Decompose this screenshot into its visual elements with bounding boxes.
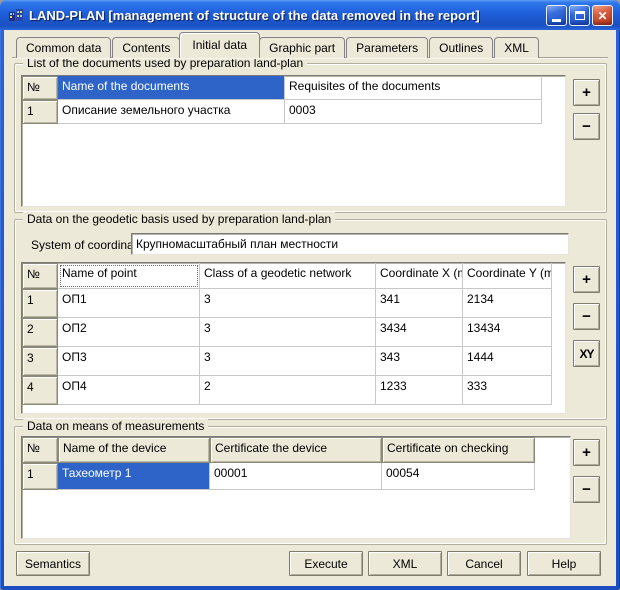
point-name-cell[interactable]: ОП2 [58, 318, 200, 347]
app-icon [8, 7, 24, 23]
measurements-section: Data on means of measurements № Name of … [14, 426, 607, 545]
add-point-button[interactable]: + [573, 266, 600, 293]
xml-button[interactable]: XML [368, 551, 442, 576]
device-check-cell[interactable]: 00054 [382, 463, 535, 490]
tab-contents[interactable]: Contents [112, 37, 180, 58]
minimize-button[interactable] [546, 5, 567, 26]
col-header-device-name: Name of the device [58, 437, 210, 463]
remove-document-button[interactable]: − [573, 113, 600, 140]
point-y-cell[interactable]: 13434 [463, 318, 552, 347]
col-header-cert-check: Certificate on checking [382, 437, 535, 463]
point-name-cell[interactable]: ОП1 [58, 289, 200, 318]
add-device-button[interactable]: + [573, 439, 600, 466]
point-class-cell[interactable]: 3 [200, 347, 376, 376]
point-x-cell[interactable]: 1233 [376, 376, 463, 405]
titlebar[interactable]: LAND-PLAN [management of structure of th… [0, 0, 620, 30]
col-header-coordinate-x: Coordinate X (m) [376, 263, 463, 289]
table-row: 1 Описание земельного участка 0003 [22, 100, 565, 124]
col-header-requisites: Requisites of the documents [285, 76, 542, 100]
point-x-cell[interactable]: 341 [376, 289, 463, 318]
doc-requisites-cell[interactable]: 0003 [285, 100, 542, 124]
col-header-cert-device: Certificate the device [210, 437, 382, 463]
tab-bar: Common data Contents Initial data Graphi… [16, 32, 540, 58]
point-class-cell[interactable]: 2 [200, 376, 376, 405]
point-name-cell[interactable]: ОП4 [58, 376, 200, 405]
window: LAND-PLAN [management of structure of th… [0, 0, 620, 590]
point-y-cell[interactable]: 333 [463, 376, 552, 405]
device-cert-cell[interactable]: 00001 [210, 463, 382, 490]
row-header-cell[interactable]: 2 [22, 318, 58, 347]
point-class-cell[interactable]: 3 [200, 318, 376, 347]
maximize-button[interactable] [569, 5, 590, 26]
geodetic-section: Data on the geodetic basis used by prepa… [14, 219, 607, 420]
point-name-cell[interactable]: ОП3 [58, 347, 200, 376]
window-controls: ✕ [546, 5, 613, 26]
system-of-coordinates-input[interactable] [131, 233, 569, 255]
tab-initial-data[interactable]: Initial data [179, 32, 260, 58]
help-button[interactable]: Help [527, 551, 601, 576]
row-header-cell[interactable]: 3 [22, 347, 58, 376]
documents-grid: № Name of the documents Requisites of th… [21, 75, 566, 207]
measurements-group-title: Data on means of measurements [23, 419, 208, 433]
cancel-button[interactable]: Cancel [447, 551, 521, 576]
documents-section: List of the documents used by preparatio… [14, 63, 607, 213]
table-row: 4 ОП4 2 1233 333 [22, 376, 565, 405]
execute-button[interactable]: Execute [289, 551, 363, 576]
col-header-class: Class of a geodetic network [200, 263, 376, 289]
row-header-cell[interactable]: 1 [22, 100, 58, 124]
col-header-coordinate-y: Coordinate Y (m) [463, 263, 552, 289]
geodetic-group-title: Data on the geodetic basis used by prepa… [23, 212, 335, 226]
col-header-point-name: Name of point [58, 263, 200, 289]
tab-xml[interactable]: XML [494, 37, 539, 58]
point-y-cell[interactable]: 1444 [463, 347, 552, 376]
col-header-doc-name: Name of the documents [58, 76, 285, 100]
point-class-cell[interactable]: 3 [200, 289, 376, 318]
remove-point-button[interactable]: − [573, 303, 600, 330]
row-header-cell[interactable]: 4 [22, 376, 58, 405]
point-y-cell[interactable]: 2134 [463, 289, 552, 318]
close-icon: ✕ [597, 10, 607, 22]
table-row: 2 ОП2 3 3434 13434 [22, 318, 565, 347]
dialog-client-area: Common data Contents Initial data Graphi… [4, 30, 616, 586]
device-name-cell[interactable]: Тахеометр 1 [58, 463, 210, 490]
tab-common-data[interactable]: Common data [16, 37, 111, 58]
tab-graphic-part[interactable]: Graphic part [259, 37, 345, 58]
table-row: 1 Тахеометр 1 00001 00054 [22, 463, 570, 490]
col-header-num: № [22, 437, 58, 463]
window-title: LAND-PLAN [management of structure of th… [29, 8, 480, 23]
row-header-cell[interactable]: 1 [22, 289, 58, 318]
point-x-cell[interactable]: 3434 [376, 318, 463, 347]
col-header-num: № [22, 263, 58, 289]
row-header-cell[interactable]: 1 [22, 463, 58, 490]
measurements-grid: № Name of the device Certificate the dev… [21, 436, 571, 539]
xy-button[interactable]: XY [573, 340, 600, 367]
remove-device-button[interactable]: − [573, 476, 600, 503]
close-button[interactable]: ✕ [592, 5, 613, 26]
point-x-cell[interactable]: 343 [376, 347, 463, 376]
maximize-icon [575, 11, 585, 20]
tab-outlines[interactable]: Outlines [429, 37, 493, 58]
geodetic-grid: № Name of point Class of a geodetic netw… [21, 262, 566, 414]
add-document-button[interactable]: + [573, 79, 600, 106]
col-header-num: № [22, 76, 58, 100]
minimize-icon [552, 19, 561, 22]
doc-name-cell[interactable]: Описание земельного участка [58, 100, 285, 124]
semantics-button[interactable]: Semantics [16, 551, 90, 576]
table-row: 3 ОП3 3 343 1444 [22, 347, 565, 376]
table-row: 1 ОП1 3 341 2134 [22, 289, 565, 318]
tab-parameters[interactable]: Parameters [346, 37, 428, 58]
